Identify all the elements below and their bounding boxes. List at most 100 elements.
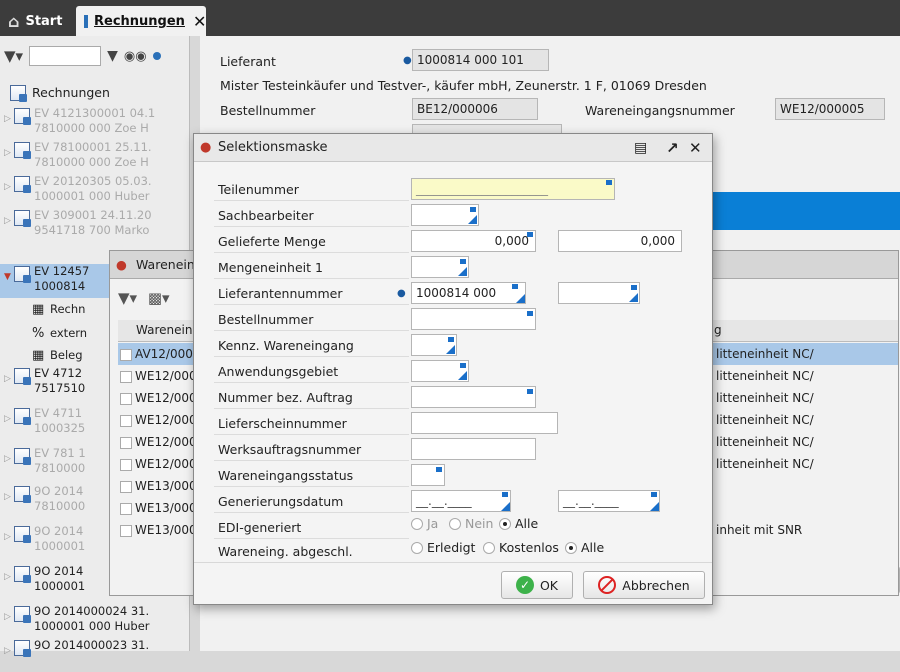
dropdown-icon[interactable] (458, 267, 467, 276)
filter-input[interactable] (29, 46, 102, 66)
dropdown-icon[interactable] (446, 345, 455, 354)
dropdown-icon[interactable] (458, 371, 467, 380)
popout-icon[interactable]: ↗ (666, 134, 679, 162)
sachbearbeiter-input[interactable] (411, 204, 479, 226)
expand-arrow-icon[interactable]: ▷ (4, 490, 11, 505)
home-icon: ⌂ (8, 11, 20, 31)
calendar-icon[interactable] (651, 492, 657, 497)
expand-arrow-icon[interactable]: ▷ (4, 372, 11, 387)
tree-item[interactable]: ▷ 9O 2014000024 31. 1000001 000 Huber (0, 604, 190, 638)
close-dialog-icon[interactable]: ✕ (689, 134, 702, 162)
lookup-icon[interactable] (448, 337, 454, 342)
dropdown-icon[interactable] (468, 215, 477, 224)
expand-arrow-icon[interactable]: ▷ (4, 644, 11, 659)
lieferscheinnummer-input[interactable] (411, 412, 558, 434)
col-header-bezeichnung[interactable]: g (714, 323, 722, 337)
row-checkbox[interactable] (120, 436, 132, 449)
close-tab-icon[interactable]: ✕ (193, 12, 206, 31)
row-checkbox[interactable] (120, 480, 132, 493)
filter-icon[interactable]: ▼ (107, 48, 118, 64)
expand-arrow-icon[interactable]: ▷ (4, 412, 11, 427)
expand-arrow-icon[interactable]: ▷ (4, 180, 11, 195)
print-icon[interactable]: ▩▾ (148, 289, 170, 307)
info-icon: ● (403, 55, 412, 66)
dropdown-icon[interactable] (501, 502, 510, 511)
tree-item[interactable]: ▷ EV 78100001 25.11. 7810000 000 Zoe H (0, 140, 190, 174)
row-checkbox[interactable] (120, 414, 132, 427)
lieferantennummer-bis-input[interactable] (558, 282, 640, 304)
calendar-icon[interactable] (502, 492, 508, 497)
lieferscheinnummer-label: Lieferscheinnummer (218, 416, 347, 431)
anwendungsgebiet-input[interactable] (411, 360, 469, 382)
edi-radio-nein[interactable]: Nein (449, 516, 493, 531)
invoice-icon (14, 408, 31, 425)
binoculars-icon[interactable]: ◉◉ (124, 49, 147, 64)
lookup-icon[interactable] (527, 389, 533, 394)
edi-radio-ja[interactable]: Ja (411, 516, 438, 531)
cancel-button[interactable]: Abbrechen (583, 571, 705, 599)
tree-item[interactable]: ▷ EV 4121300001 04.1 7810000 000 Zoe H (0, 106, 190, 140)
collapse-arrow-icon[interactable]: ▼ (4, 270, 11, 285)
dropdown-icon[interactable] (516, 294, 525, 303)
dropdown-icon[interactable] (650, 502, 659, 511)
tab-bar: ⌂ Start Rechnungen ✕ (0, 0, 900, 36)
info-icon: ● (397, 288, 406, 299)
lookup-icon[interactable] (460, 363, 466, 368)
lookup-icon[interactable] (470, 207, 476, 212)
row-checkbox[interactable] (120, 348, 132, 361)
filter-dropdown-icon[interactable]: ▼▾ (4, 47, 23, 65)
col-header-wareneingang[interactable]: Wareneing (136, 323, 200, 337)
expand-arrow-icon[interactable]: ▷ (4, 214, 11, 229)
werksauftragsnummer-input[interactable] (411, 438, 536, 460)
bestellnummer-input[interactable] (411, 308, 536, 330)
abgeschl-radio-erledigt[interactable]: Erledigt (411, 540, 475, 555)
tab-start[interactable]: ⌂ Start (0, 6, 74, 36)
mengeneinheit-input[interactable] (411, 256, 469, 278)
tree-item[interactable]: ▷ EV 309001 24.11.20 9541718 700 Marko (0, 208, 190, 242)
datum-von-input[interactable]: __.__.____ (411, 490, 511, 512)
row-checkbox[interactable] (120, 392, 132, 405)
abgeschl-radio-alle[interactable]: Alle (565, 540, 604, 555)
abgeschl-radio-kostenlos[interactable]: Kostenlos (483, 540, 559, 555)
menge-bis-input[interactable]: 0,000 (558, 230, 682, 252)
percent-icon: % (32, 326, 45, 341)
invoice-icon (14, 486, 31, 503)
lookup-icon[interactable] (527, 311, 533, 316)
datum-bis-input[interactable]: __.__.____ (558, 490, 660, 512)
lookup-icon[interactable] (436, 467, 442, 472)
row-checkbox[interactable] (120, 502, 132, 515)
kennz-input[interactable] (411, 334, 457, 356)
menge-von-input[interactable]: 0,000 (411, 230, 536, 252)
edi-radio-alle[interactable]: Alle (499, 516, 538, 531)
teilenummer-input[interactable]: ______________________ (411, 178, 615, 200)
status-input[interactable] (411, 464, 445, 486)
row-checkbox[interactable] (120, 524, 132, 537)
lieferantennummer-input[interactable]: 1000814 000 (411, 282, 526, 304)
filter-icon[interactable]: ▼▾ (118, 289, 137, 307)
tree-item[interactable]: ▷ EV 20120305 05.03. 1000001 000 Huber (0, 174, 190, 208)
address-text: Mister Testeinkäufer und Testver-, käufe… (220, 78, 707, 93)
lookup-icon[interactable] (512, 284, 518, 289)
lookup-icon[interactable] (527, 232, 533, 237)
layout-icon[interactable]: ▤ (634, 134, 647, 162)
dropdown-icon[interactable] (629, 293, 638, 302)
app-icon: ● (200, 140, 212, 155)
tab-rechnungen[interactable]: Rechnungen ✕ (76, 6, 206, 36)
expand-arrow-icon[interactable]: ▷ (4, 452, 11, 467)
expand-arrow-icon[interactable]: ▷ (4, 530, 11, 545)
document-icon: ▦ (32, 348, 45, 363)
expand-arrow-icon[interactable]: ▷ (4, 146, 11, 161)
dot-icon[interactable] (152, 52, 161, 60)
lookup-icon[interactable] (631, 285, 637, 290)
ok-button[interactable]: ✓ OK (501, 571, 573, 599)
expand-arrow-icon[interactable]: ▷ (4, 570, 11, 585)
lookup-icon[interactable] (460, 259, 466, 264)
expand-arrow-icon[interactable]: ▷ (4, 112, 11, 127)
row-checkbox[interactable] (120, 458, 132, 471)
nummer-auftrag-input[interactable] (411, 386, 536, 408)
lieferantennummer-label: Lieferantennummer (218, 286, 343, 301)
expand-arrow-icon[interactable]: ▷ (4, 610, 11, 625)
row-checkbox[interactable] (120, 370, 132, 383)
kennz-label: Kennz. Wareneingang (218, 338, 354, 353)
tree-item[interactable]: ▷ 9O 2014000023 31. (0, 638, 190, 672)
